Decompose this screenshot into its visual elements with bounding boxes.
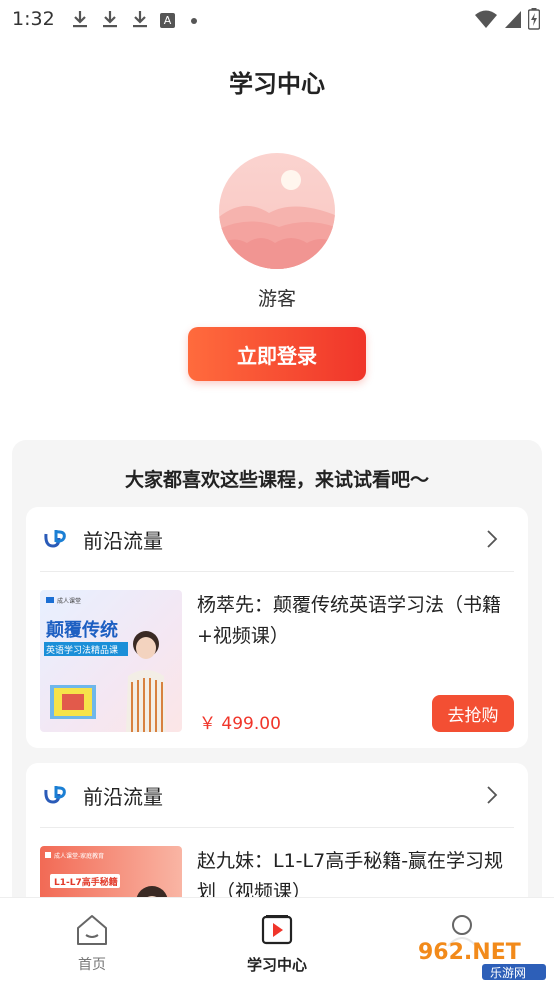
course-price: ￥ 499.00: [199, 714, 281, 734]
course-title[interactable]: 杨萃先：颠覆传统英语学习法（书籍+视频课）: [197, 590, 517, 652]
more-dot-icon: [191, 18, 197, 24]
recommend-heading: 大家都喜欢这些课程，来试试看吧～: [124, 469, 429, 491]
system-icons: [474, 8, 541, 34]
thumb-headline: 颠覆传统: [46, 619, 118, 641]
brand-name: 前沿流量: [83, 785, 163, 809]
thumb-subline: 英语学习法精品课: [46, 644, 118, 656]
nav-label: 首页: [78, 957, 106, 973]
signal-icon: [504, 9, 522, 33]
thumb-tag: 成人课堂-家庭教育: [54, 852, 104, 860]
play-icon: [259, 912, 295, 948]
nav-label: 学习中心: [246, 956, 307, 974]
watermark-logo: 962.NET 乐游网: [410, 935, 550, 981]
watermark-subtext: 乐游网: [490, 966, 526, 980]
brand-name: 前沿流量: [83, 529, 163, 553]
nav-item-learning-center[interactable]: 学习中心: [217, 898, 337, 984]
card-header[interactable]: 前沿流量: [26, 507, 528, 571]
username: 游客: [257, 288, 296, 310]
status-bar: 1:32 A: [0, 0, 554, 38]
divider: [40, 827, 514, 828]
login-button[interactable]: 立即登录: [188, 327, 366, 381]
page-title: 学习中心: [229, 70, 325, 98]
thumb-headline: L1-L7高手秘籍: [54, 876, 118, 888]
brand-logo-icon: [44, 528, 68, 550]
download-icon: [70, 8, 90, 30]
course-card[interactable]: 前沿流量 成人课堂-家庭教育 L1-L7高手秘籍 赵九妹：L1-L7高手秘籍-赢…: [26, 763, 528, 913]
wifi-icon: [474, 9, 498, 33]
chevron-right-icon[interactable]: [486, 529, 498, 549]
status-time: 1:32: [12, 8, 55, 30]
watermark-text: 962.NET: [418, 940, 521, 965]
course-thumbnail[interactable]: 成人课堂 颠覆传统 英语学习法精品课: [40, 590, 182, 732]
divider: [40, 571, 514, 572]
avatar[interactable]: [219, 153, 335, 269]
notification-icons: A: [70, 8, 197, 30]
buy-button[interactable]: 去抢购: [432, 695, 514, 732]
chevron-right-icon[interactable]: [486, 785, 498, 805]
thumb-tag: 成人课堂: [57, 597, 81, 605]
battery-icon: [527, 8, 541, 34]
nav-item-home[interactable]: 首页: [32, 898, 152, 984]
course-card[interactable]: 前沿流量 成人课堂 颠覆传统 英语学习法精品课 杨萃先：颠覆传统英语学习法（书籍…: [26, 507, 528, 748]
home-icon: [74, 912, 110, 948]
card-header[interactable]: 前沿流量: [26, 763, 528, 827]
download-icon: [100, 8, 120, 30]
brand-logo-icon: [44, 784, 68, 806]
a-badge-icon: A: [160, 12, 175, 28]
download-icon: [130, 8, 150, 30]
